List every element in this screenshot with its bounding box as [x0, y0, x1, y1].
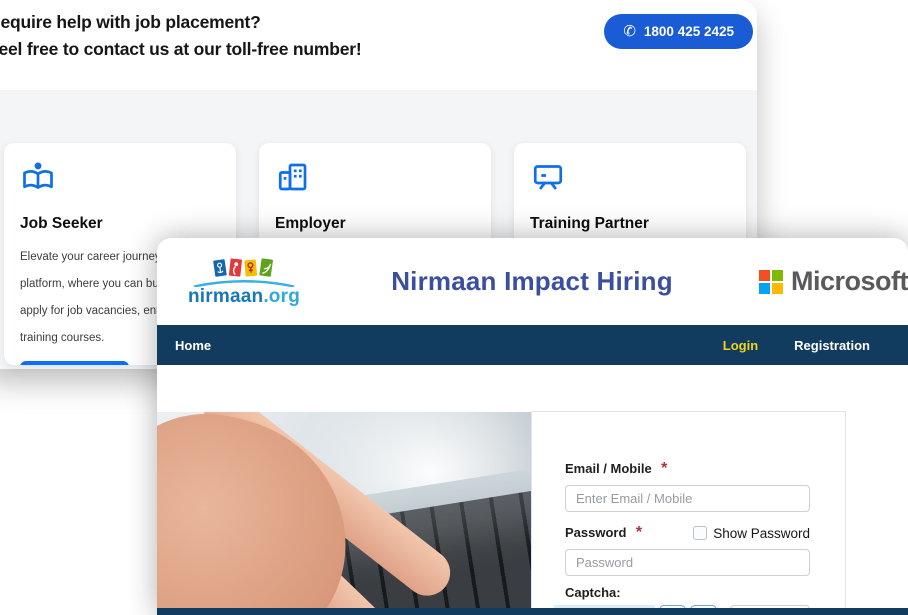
password-input[interactable] [565, 549, 810, 576]
site-header: nirmaan.org Nirmaan Impact Hiring Micros… [157, 238, 908, 325]
nav-right-group: Login Registration [723, 338, 870, 353]
nirmaan-impact-hiring-window: nirmaan.org Nirmaan Impact Hiring Micros… [157, 238, 908, 615]
nav-home[interactable]: Home [175, 338, 211, 353]
main-nav: Home Login Registration [157, 325, 908, 365]
email-input[interactable] [565, 485, 810, 512]
microsoft-wordmark: Microsoft [791, 266, 908, 297]
phone-icon: ✆ [623, 24, 636, 39]
login-form-card: Email / Mobile * Password * Show Passwor… [531, 411, 846, 611]
footer-bar [157, 608, 908, 615]
office-building-icon [275, 159, 311, 195]
card-title: Employer [275, 215, 475, 233]
brand-suffix: .org [263, 286, 300, 307]
brand-wordmark: nirmaan.org [188, 287, 300, 306]
tollfree-phone-button[interactable]: ✆ 1800 425 2425 [604, 14, 753, 49]
card-title: Job Seeker [20, 215, 220, 233]
show-password-checkbox[interactable] [693, 526, 707, 540]
register-now-button[interactable]: Register Now [20, 361, 129, 365]
microsoft-logo: Microsoft [759, 266, 908, 297]
login-section: Email / Mobile * Password * Show Passwor… [157, 365, 908, 615]
captcha-label: Captcha: [565, 585, 810, 600]
microsoft-squares-icon [759, 270, 783, 294]
typing-hands-photo [157, 412, 531, 608]
page-title: Nirmaan Impact Hiring [305, 266, 759, 297]
required-asterisk: * [636, 524, 642, 541]
card-title: Training Partner [530, 215, 730, 233]
presentation-board-icon [530, 159, 566, 195]
brand-name: nirmaan [188, 286, 263, 307]
nirmaan-logo[interactable]: nirmaan.org [183, 257, 305, 306]
nav-registration[interactable]: Registration [794, 338, 870, 353]
show-password-toggle[interactable]: Show Password [693, 526, 810, 541]
screenshot-canvas: Require help with job placement? Feel fr… [0, 0, 908, 615]
email-label: Email / Mobile [565, 461, 652, 476]
required-asterisk: * [661, 460, 667, 477]
nirmaan-logo-tiles-icon [211, 257, 277, 280]
reader-book-icon [20, 159, 56, 195]
password-label: Password [565, 525, 626, 540]
nav-login[interactable]: Login [723, 338, 758, 353]
show-password-label: Show Password [713, 526, 810, 541]
help-banner: Require help with job placement? Feel fr… [0, 0, 757, 90]
phone-number-label: 1800 425 2425 [644, 24, 734, 39]
